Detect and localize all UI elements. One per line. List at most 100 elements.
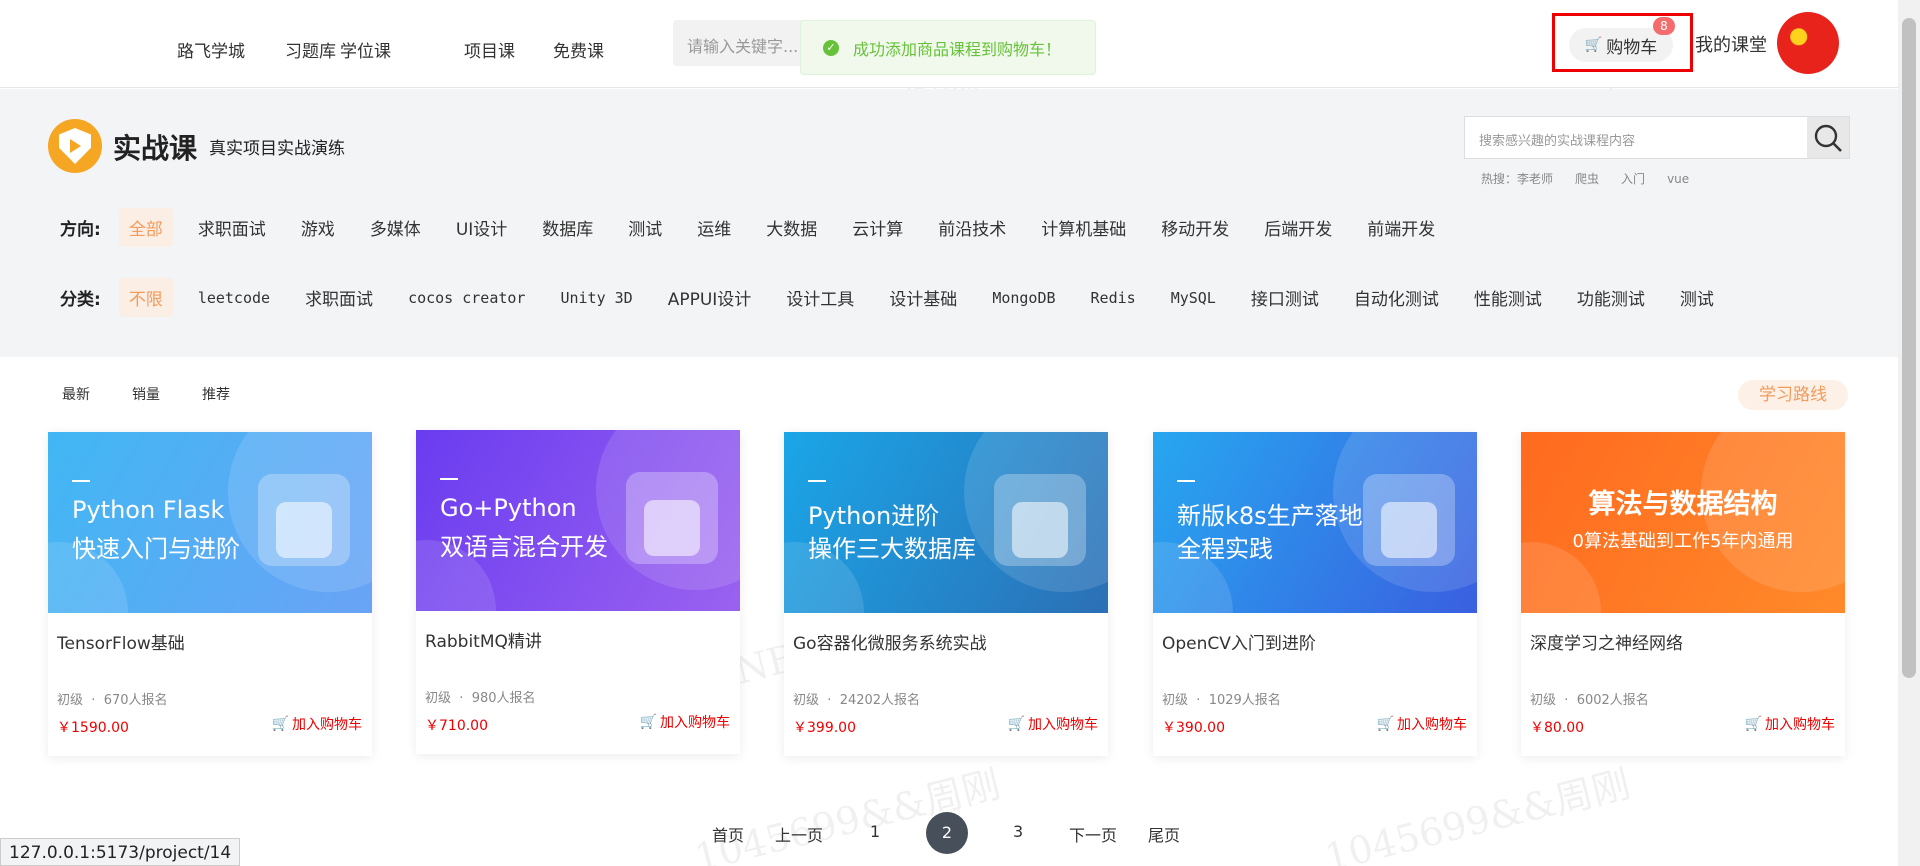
course-name[interactable]: 深度学习之神经网络 [1530,629,1683,654]
direction-tag[interactable]: 全部 [118,208,173,247]
course-card[interactable]: Python进阶 操作三大数据库 Go容器化微服务系统实战 初级 · 24202… [784,432,1108,756]
page-number[interactable]: 3 [1013,822,1023,841]
category-tag[interactable]: MySQL [1161,282,1226,314]
direction-tag[interactable]: 多媒体 [360,208,431,247]
hot-word[interactable]: 李老师 [1517,172,1553,186]
learning-route-button[interactable]: 学习路线 [1738,380,1848,410]
course-name[interactable]: OpenCV入门到进阶 [1162,629,1316,654]
cart-icon: 🛒 [639,714,657,730]
page-number[interactable]: 1 [870,822,880,841]
course-price: ￥399.00 [793,720,856,736]
category-tag[interactable]: 测试 [1670,278,1724,317]
course-cover[interactable]: Go+Python 双语言混合开发 [416,430,740,611]
course-name[interactable]: RabbitMQ精讲 [425,627,542,652]
add-to-cart-button[interactable]: 🛒 加入购物车 [272,714,362,734]
course-card[interactable]: 新版k8s生产落地 全程实践 OpenCV入门到进阶 初级 · 1029人报名 … [1153,432,1477,756]
add-to-cart-button[interactable]: 🛒 加入购物车 [1745,714,1835,734]
course-cover[interactable]: 新版k8s生产落地 全程实践 [1153,432,1477,613]
category-tag[interactable]: Redis [1081,282,1146,314]
add-to-cart-button[interactable]: 🛒 加入购物车 [640,712,730,732]
cover-subtitle: 快速入门与进阶 [72,535,240,563]
add-to-cart-label: 加入购物车 [660,715,730,731]
direction-tag[interactable]: 移动开发 [1151,208,1239,247]
category-tag[interactable]: 设计工具 [776,278,864,317]
course-cover[interactable]: 算法与数据结构 0算法基础到工作5年内通用 [1521,432,1845,613]
status-bar-url: 127.0.0.1:5173/project/14 [0,838,241,866]
search-icon [1814,124,1842,152]
add-to-cart-label: 加入购物车 [292,717,362,733]
scrollbar-thumb[interactable] [1902,18,1916,678]
sort-sales[interactable]: 销量 [132,384,160,404]
course-enrolled: 24202人报名 [839,693,921,708]
sort-latest[interactable]: 最新 [62,384,90,404]
course-cover[interactable]: Python Flask 快速入门与进阶 [48,432,372,613]
category-tag[interactable]: Unity 3D [550,282,642,314]
category-tag[interactable]: MongoDB [982,282,1065,314]
nav-item-project[interactable]: 项目课 [464,37,515,62]
nav-item-exercises[interactable]: 习题库 [285,37,336,62]
category-tag[interactable]: 设计基础 [879,278,967,317]
category-tag[interactable]: 性能测试 [1464,278,1552,317]
course-card[interactable]: Go+Python 双语言混合开发 RabbitMQ精讲 初级 · 980人报名… [416,430,740,754]
direction-tag[interactable]: 前沿技术 [928,208,1016,247]
cart-label: 购物车 [1606,37,1658,58]
success-toast: ✓ 成功添加商品课程到购物车！ [800,20,1096,75]
direction-tag[interactable]: 云计算 [842,208,913,247]
nav-item-free[interactable]: 免费课 [553,37,604,62]
direction-tag[interactable]: 测试 [618,208,672,247]
course-meta: 初级 · 980人报名 [425,691,536,706]
practice-logo-icon [48,119,102,173]
course-card[interactable]: Python Flask 快速入门与进阶 TensorFlow基础 初级 · 6… [48,432,372,756]
page-last[interactable]: 尾页 [1148,822,1180,846]
hot-word[interactable]: 爬虫 [1575,172,1599,186]
category-tag[interactable]: 接口测试 [1241,278,1329,317]
category-tag[interactable]: leetcode [188,282,280,314]
category-tag[interactable]: 不限 [118,278,173,317]
course-cover[interactable]: Python进阶 操作三大数据库 [784,432,1108,613]
course-level: 初级 [425,691,452,706]
category-tag[interactable]: APPUI设计 [658,278,762,317]
direction-tag[interactable]: 运维 [687,208,741,247]
category-tag[interactable]: 求职面试 [295,278,383,317]
add-to-cart-button[interactable]: 🛒 加入购物车 [1377,714,1467,734]
direction-tag[interactable]: 大数据 [756,208,827,247]
cover-subtitle: 双语言混合开发 [440,533,608,561]
course-enrolled: 1029人报名 [1208,693,1281,708]
direction-tag[interactable]: 求职面试 [188,208,276,247]
course-search-input[interactable]: 搜索感兴趣的实战课程内容 [1465,117,1807,158]
nav-item-home[interactable]: 路飞学城 [177,37,245,62]
toast-message: 成功添加商品课程到购物车！ [853,39,1062,59]
direction-tag[interactable]: 前端开发 [1357,208,1445,247]
search-input[interactable]: 请输入关键字... [673,20,813,66]
hot-word[interactable]: 入门 [1621,172,1645,186]
search-button[interactable] [1807,117,1849,158]
course-price: ￥710.00 [425,718,488,734]
page-next[interactable]: 下一页 [1069,822,1117,846]
hot-word[interactable]: vue [1667,172,1689,186]
direction-tag[interactable]: 数据库 [532,208,603,247]
direction-tag[interactable]: UI设计 [446,208,517,247]
nav-item-degree[interactable]: 学位课 [340,37,391,62]
course-name[interactable]: TensorFlow基础 [57,629,185,654]
page-current[interactable]: 2 [926,812,968,854]
avatar[interactable] [1777,12,1839,74]
cover-title: 新版k8s生产落地 [1177,502,1363,530]
page-first[interactable]: 首页 [712,822,744,846]
course-name[interactable]: Go容器化微服务系统实战 [793,629,987,654]
category-tag[interactable]: cocos creator [398,282,535,314]
pagination: 首页 上一页 1 2 3 下一页 尾页 [0,812,1898,854]
add-to-cart-button[interactable]: 🛒 加入购物车 [1008,714,1098,734]
direction-tag[interactable]: 游戏 [291,208,345,247]
sort-recommended[interactable]: 推荐 [202,384,230,404]
my-class-link[interactable]: 我的课堂 [1695,31,1767,57]
category-tag[interactable]: 功能测试 [1567,278,1655,317]
course-card[interactable]: 算法与数据结构 0算法基础到工作5年内通用 深度学习之神经网络 初级 · 600… [1521,432,1845,756]
page-prev[interactable]: 上一页 [775,822,823,846]
python-logo-icon [276,502,332,558]
direction-tag[interactable]: 后端开发 [1254,208,1342,247]
cart-icon: 🛒 [1376,716,1394,732]
category-tag[interactable]: 自动化测试 [1344,278,1449,317]
cover-title: 算法与数据结构 [1588,489,1778,520]
direction-tag[interactable]: 计算机基础 [1031,208,1136,247]
add-to-cart-label: 加入购物车 [1397,717,1467,733]
